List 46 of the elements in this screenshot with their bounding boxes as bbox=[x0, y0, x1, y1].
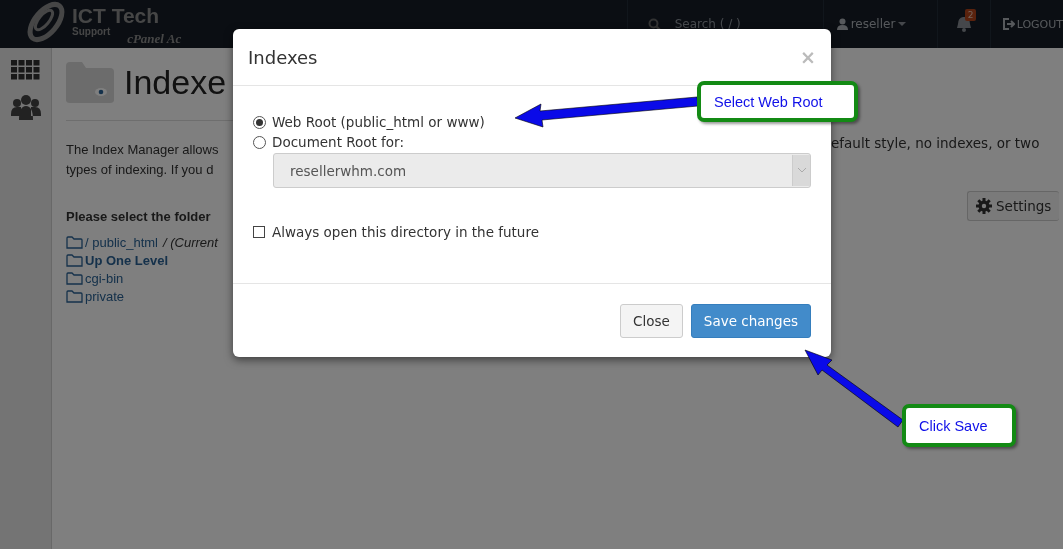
user-name: reseller bbox=[850, 17, 896, 31]
description-text: The Index Manager allows bbox=[66, 141, 220, 159]
description-text: types of indexing. If you d bbox=[66, 161, 215, 179]
users-icon[interactable] bbox=[10, 94, 41, 120]
save-button[interactable]: Save changes bbox=[690, 303, 811, 338]
search-field[interactable]: Search ( / ) bbox=[672, 16, 797, 32]
apps-grid-icon[interactable] bbox=[11, 60, 40, 80]
page-title: Indexe bbox=[124, 62, 227, 102]
checkbox-label: Always open this directory in the future bbox=[272, 224, 539, 240]
checkbox[interactable] bbox=[253, 226, 265, 238]
callout-label: Select Web Root bbox=[697, 81, 858, 122]
folder-link[interactable]: private bbox=[85, 288, 125, 304]
logout-link[interactable]: LOGOUT bbox=[989, 0, 1063, 48]
radio-button[interactable] bbox=[253, 135, 266, 149]
folder-link[interactable]: / public_html bbox=[85, 234, 158, 250]
radio-label: Web Root (public_html or www) bbox=[272, 114, 485, 130]
current-folder-note: / (Current bbox=[163, 234, 218, 250]
settings-button[interactable]: Settings bbox=[967, 191, 1060, 221]
chevron-down-icon bbox=[797, 168, 806, 173]
radio-button[interactable] bbox=[253, 115, 266, 129]
folder-icon bbox=[66, 253, 83, 267]
search-icon bbox=[647, 17, 661, 31]
logout-icon bbox=[1002, 18, 1015, 30]
description-text: efault style, no indexes, or two bbox=[831, 134, 1041, 153]
logo-title: ICT Tech bbox=[72, 6, 160, 26]
gear-icon bbox=[976, 198, 992, 214]
callout-label: Click Save bbox=[902, 404, 1016, 447]
close-button[interactable]: Close bbox=[620, 303, 683, 338]
radio-label: Document Root for: bbox=[272, 134, 404, 150]
bell-icon bbox=[955, 16, 972, 32]
close-button[interactable]: × bbox=[800, 46, 816, 68]
caret-icon bbox=[898, 22, 907, 26]
user-icon bbox=[836, 18, 848, 30]
logo-subtitle: Support bbox=[72, 26, 112, 37]
folder-icon bbox=[66, 271, 83, 285]
tagline: cPanel Ac bbox=[127, 31, 182, 47]
notification-count: 2 bbox=[964, 9, 977, 21]
folder-icon bbox=[66, 235, 83, 249]
folder-prompt: Please select the folder bbox=[66, 209, 212, 224]
dialog-title: Indexes bbox=[248, 46, 318, 68]
notifications-button[interactable]: 2 bbox=[936, 0, 990, 48]
folder-link[interactable]: Up One Level bbox=[85, 252, 169, 268]
folder-link[interactable]: cgi-bin bbox=[85, 270, 124, 286]
logout-label: LOGOUT bbox=[1016, 17, 1063, 31]
folder-icon bbox=[66, 289, 83, 303]
folder-icon bbox=[66, 61, 114, 103]
